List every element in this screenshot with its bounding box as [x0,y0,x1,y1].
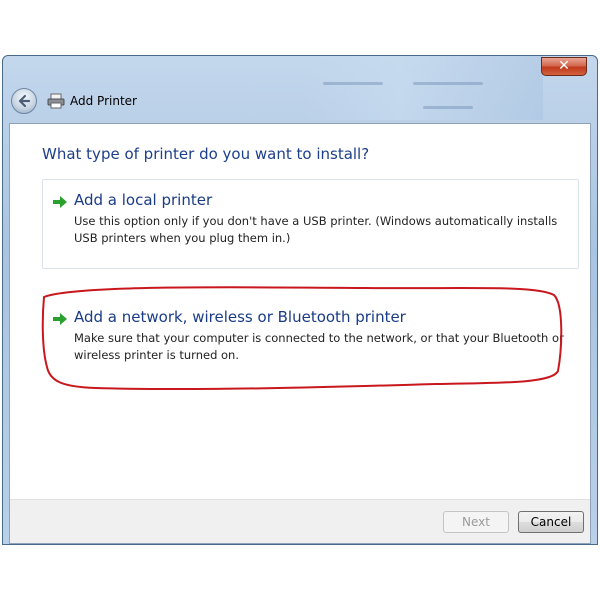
printer-icon [47,93,65,109]
wizard-footer: Next Cancel [10,499,590,543]
back-button[interactable] [11,88,37,114]
back-arrow-icon [18,94,31,108]
close-button[interactable]: ✕ [541,57,587,76]
add-local-printer-option[interactable]: Add a local printer Use this option only… [42,179,579,269]
red-annotation-circle [41,286,563,391]
next-button[interactable]: Next [443,511,509,533]
close-icon: ✕ [558,58,570,74]
cancel-button[interactable]: Cancel [518,511,584,533]
option-description: Use this option only if you don't have a… [74,214,558,245]
window-title: Add Printer [70,94,137,108]
green-arrow-icon [53,196,67,208]
background-chrome-decoration [303,56,543,120]
wizard-content: What type of printer do you want to inst… [9,123,591,544]
page-question: What type of printer do you want to inst… [42,145,370,163]
option-title: Add a local printer [74,191,213,209]
add-printer-window: ✕ Add Printer What type of printer do yo… [2,55,598,545]
